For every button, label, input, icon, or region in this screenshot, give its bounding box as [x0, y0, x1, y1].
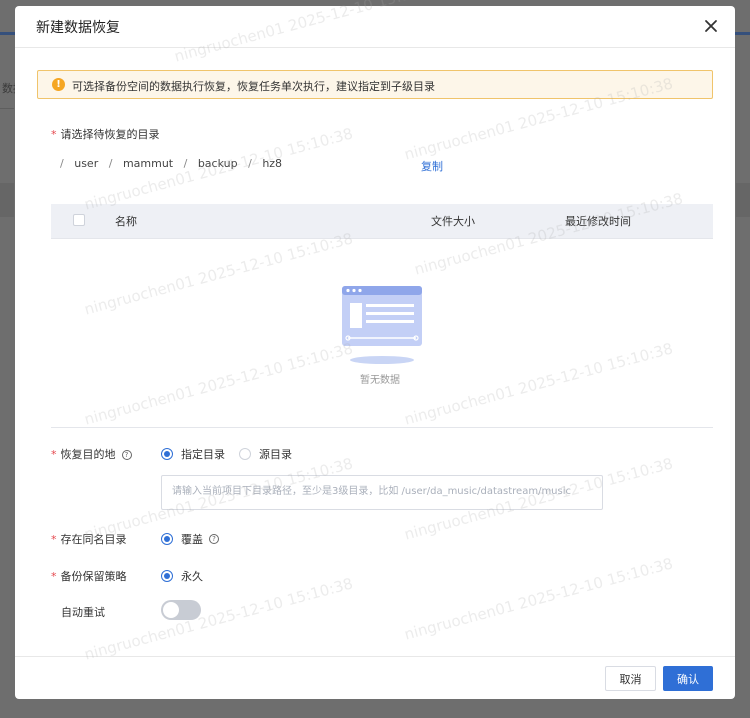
empty-data-icon	[342, 286, 422, 364]
help-icon[interactable]: ?	[121, 450, 132, 460]
background-band-left	[0, 183, 14, 217]
select-all-checkbox[interactable]	[73, 214, 85, 226]
required-mark: *	[51, 128, 57, 141]
breadcrumb-item[interactable]: backup	[198, 157, 238, 170]
dialog-footer: 取消 确认	[15, 656, 735, 699]
breadcrumb-item[interactable]: hz8	[262, 157, 282, 170]
breadcrumb-item[interactable]: user	[74, 157, 98, 170]
auto-retry-label: 自动重试	[61, 606, 105, 619]
required-mark: *	[51, 448, 57, 461]
breadcrumb-item[interactable]: mammut	[123, 157, 173, 170]
dialog-header: 新建数据恢复	[15, 6, 735, 48]
alert-text: 可选择备份空间的数据执行恢复，恢复任务单次执行，建议指定到子级目录	[72, 80, 435, 93]
empty-data-text: 暂无数据	[360, 375, 400, 386]
confirm-button[interactable]: 确认	[663, 666, 713, 691]
new-data-restore-dialog: 新建数据恢复 ! 可选择备份空间的数据执行恢复，恢复任务单次执行，建议指定到子级…	[15, 6, 735, 699]
close-icon	[705, 20, 717, 32]
warning-icon: !	[52, 78, 65, 91]
radio-dot	[161, 448, 173, 460]
radio-dot	[161, 570, 173, 582]
cancel-button[interactable]: 取消	[605, 666, 656, 691]
target-path-input[interactable]	[161, 475, 603, 510]
radio-permanent[interactable]: 永久	[161, 568, 203, 584]
column-modified-time[interactable]: 最近修改时间	[565, 213, 631, 229]
destination-label: * 恢复目的地?	[51, 446, 132, 462]
radio-dot	[161, 533, 173, 545]
dialog-title: 新建数据恢复	[36, 20, 120, 36]
toggle-knob	[163, 602, 179, 618]
section-divider	[51, 427, 713, 428]
close-button[interactable]	[699, 14, 723, 38]
radio-source-dir[interactable]: 源目录	[239, 446, 292, 462]
radio-dot	[239, 448, 251, 460]
background-band-right	[736, 183, 750, 217]
help-icon[interactable]: ?	[209, 534, 219, 544]
radio-overwrite[interactable]: 覆盖?	[161, 531, 219, 547]
select-dir-label: * 请选择待恢复的目录	[51, 128, 160, 141]
radio-specified-dir[interactable]: 指定目录	[161, 446, 225, 462]
file-table-header: 名称 文件大小 最近修改时间	[51, 204, 713, 239]
auto-retry-toggle[interactable]	[161, 600, 201, 620]
retention-policy-label: * 备份保留策略	[51, 570, 127, 583]
column-file-size[interactable]: 文件大小	[431, 213, 475, 229]
copy-link[interactable]: 复制	[421, 158, 443, 174]
info-alert: ! 可选择备份空间的数据执行恢复，恢复任务单次执行，建议指定到子级目录	[37, 70, 713, 99]
required-mark: *	[51, 570, 57, 583]
required-mark: *	[51, 533, 57, 546]
column-name[interactable]: 名称	[115, 213, 137, 229]
same-name-dir-label: * 存在同名目录	[51, 533, 127, 546]
breadcrumb: / user / mammut / backup / hz8	[60, 157, 283, 170]
background-divider	[0, 108, 14, 109]
